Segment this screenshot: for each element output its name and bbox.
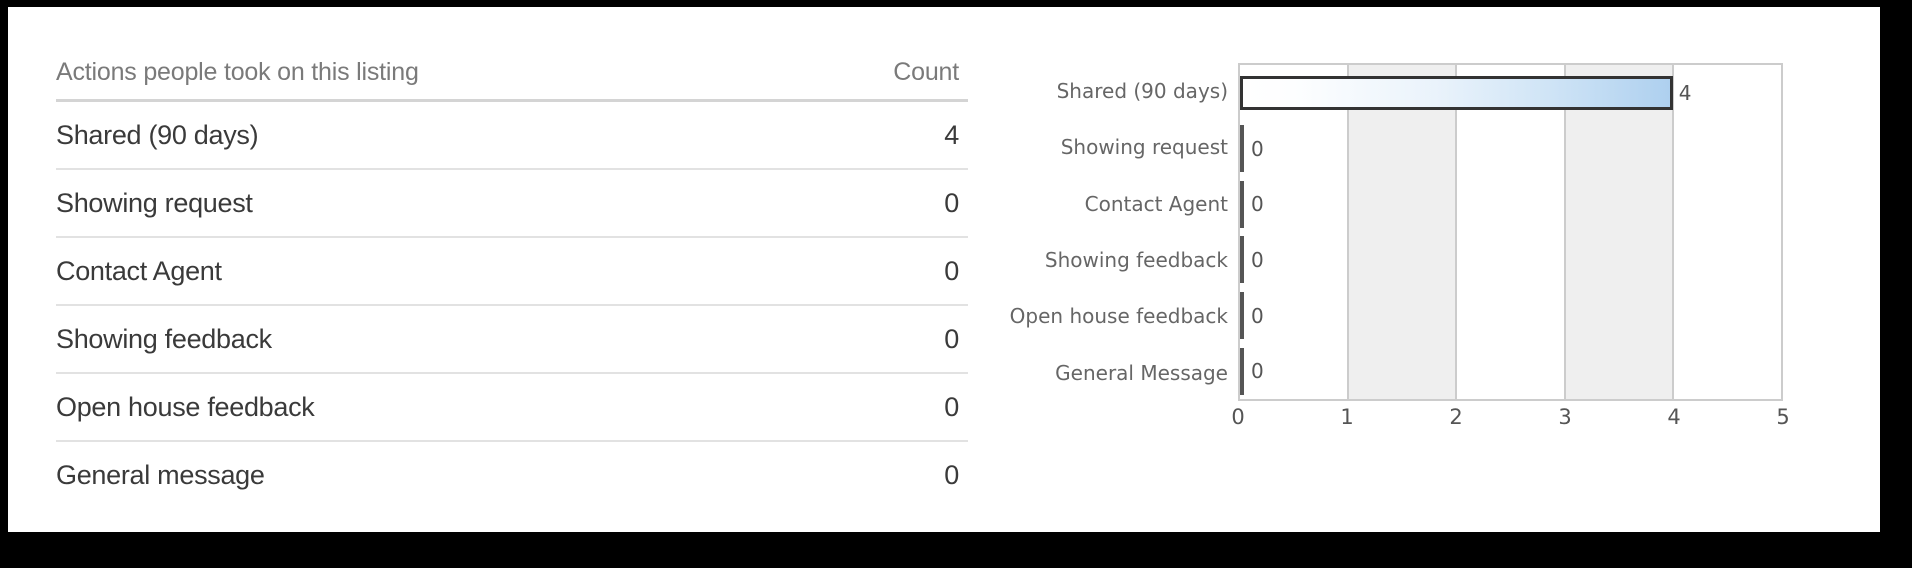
row-label-showing-request: Showing request	[56, 169, 756, 238]
bar-value-label: 4	[1678, 80, 1692, 105]
row-label-general-message: General message	[56, 460, 265, 490]
column-header-count: Count	[756, 45, 968, 102]
x-tick-label: 1	[1340, 405, 1354, 429]
row-label-shared-90-days: Shared (90 days)	[56, 100, 756, 170]
x-tick-label: 2	[1449, 405, 1463, 429]
bar-value-label: 0	[1251, 303, 1264, 328]
x-tick-label: 0	[1231, 405, 1245, 429]
table-row: Showing request 0	[56, 169, 968, 238]
category-label: Contact Agent	[1084, 191, 1228, 216]
bar-value-label: 0	[1251, 136, 1264, 161]
table-row: Shared (90 days) 4	[56, 100, 968, 170]
x-tick-label: 3	[1558, 405, 1572, 429]
category-label: General Message	[1055, 360, 1228, 385]
bar-contact-agent[interactable]: 0	[1240, 180, 1264, 228]
bar-value-label: 0	[1251, 359, 1264, 384]
table-row: Contact Agent 0	[56, 237, 968, 306]
x-axis: 0 1 2 3 4 5	[1231, 405, 1789, 439]
table-header: Actions people took on this listing Coun…	[56, 45, 968, 102]
table-body: Shared (90 days) 4 Showing request 0 Con…	[56, 100, 968, 509]
row-label-open-house-feedback: Open house feedback	[56, 373, 756, 442]
table-row: Open house feedback 0	[56, 373, 968, 442]
actions-table-region: Actions people took on this listing Coun…	[8, 7, 988, 532]
row-count-showing-request: 0	[756, 169, 968, 238]
x-tick-label: 5	[1776, 405, 1790, 429]
category-label: Showing feedback	[1044, 248, 1228, 273]
table-row: General message 0	[56, 441, 968, 508]
bar-row: 0	[1240, 232, 1781, 288]
bar-value-label: 0	[1251, 192, 1264, 217]
row-count-showing-feedback: 0	[756, 305, 968, 374]
table-header-row: Actions people took on this listing Coun…	[56, 45, 968, 102]
row-label-showing-feedback: Showing feedback	[56, 305, 756, 374]
category-label: Shared (90 days)	[1056, 79, 1228, 104]
category-label: Showing request	[1060, 135, 1228, 160]
bar-row: 0	[1240, 121, 1781, 177]
bar-showing-feedback[interactable]: 0	[1240, 236, 1264, 284]
bar-value-label: 0	[1251, 247, 1264, 272]
report-panel: Actions people took on this listing Coun…	[8, 7, 1880, 532]
bar-series: 4 0 0 0 0 0	[1240, 65, 1781, 399]
row-count-shared-90-days: 4	[756, 100, 968, 170]
bar-chart: Shared (90 days) Showing request Contact…	[988, 55, 1828, 455]
actions-table: Actions people took on this listing Coun…	[56, 45, 968, 508]
bar-row: 0	[1240, 343, 1781, 399]
plot-area: 4 0 0 0 0 0	[1238, 63, 1783, 401]
bar-row: 0	[1240, 176, 1781, 232]
bar-open-house-feedback[interactable]: 0	[1240, 292, 1264, 339]
screenshot-frame: Actions people took on this listing Coun…	[0, 0, 1912, 568]
row-label-contact-agent: Contact Agent	[56, 237, 756, 306]
actions-bar-chart-region: Shared (90 days) Showing request Contact…	[988, 7, 1880, 532]
row-count-general-message: 0	[944, 460, 959, 490]
bar-shared-90-days[interactable]: 4	[1240, 76, 1692, 110]
column-header-action: Actions people took on this listing	[56, 45, 756, 102]
bar-row: 0	[1240, 288, 1781, 344]
bar-row: 4	[1240, 65, 1781, 121]
row-count-contact-agent: 0	[756, 237, 968, 306]
row-count-open-house-feedback: 0	[756, 373, 968, 442]
bar-general-message[interactable]: 0	[1240, 347, 1264, 395]
bar-showing-request[interactable]: 0	[1240, 125, 1264, 172]
category-label: Open house feedback	[1009, 304, 1228, 329]
table-row: Showing feedback 0	[56, 305, 968, 374]
category-axis: Shared (90 days) Showing request Contact…	[988, 63, 1238, 401]
x-tick-label: 4	[1667, 405, 1681, 429]
